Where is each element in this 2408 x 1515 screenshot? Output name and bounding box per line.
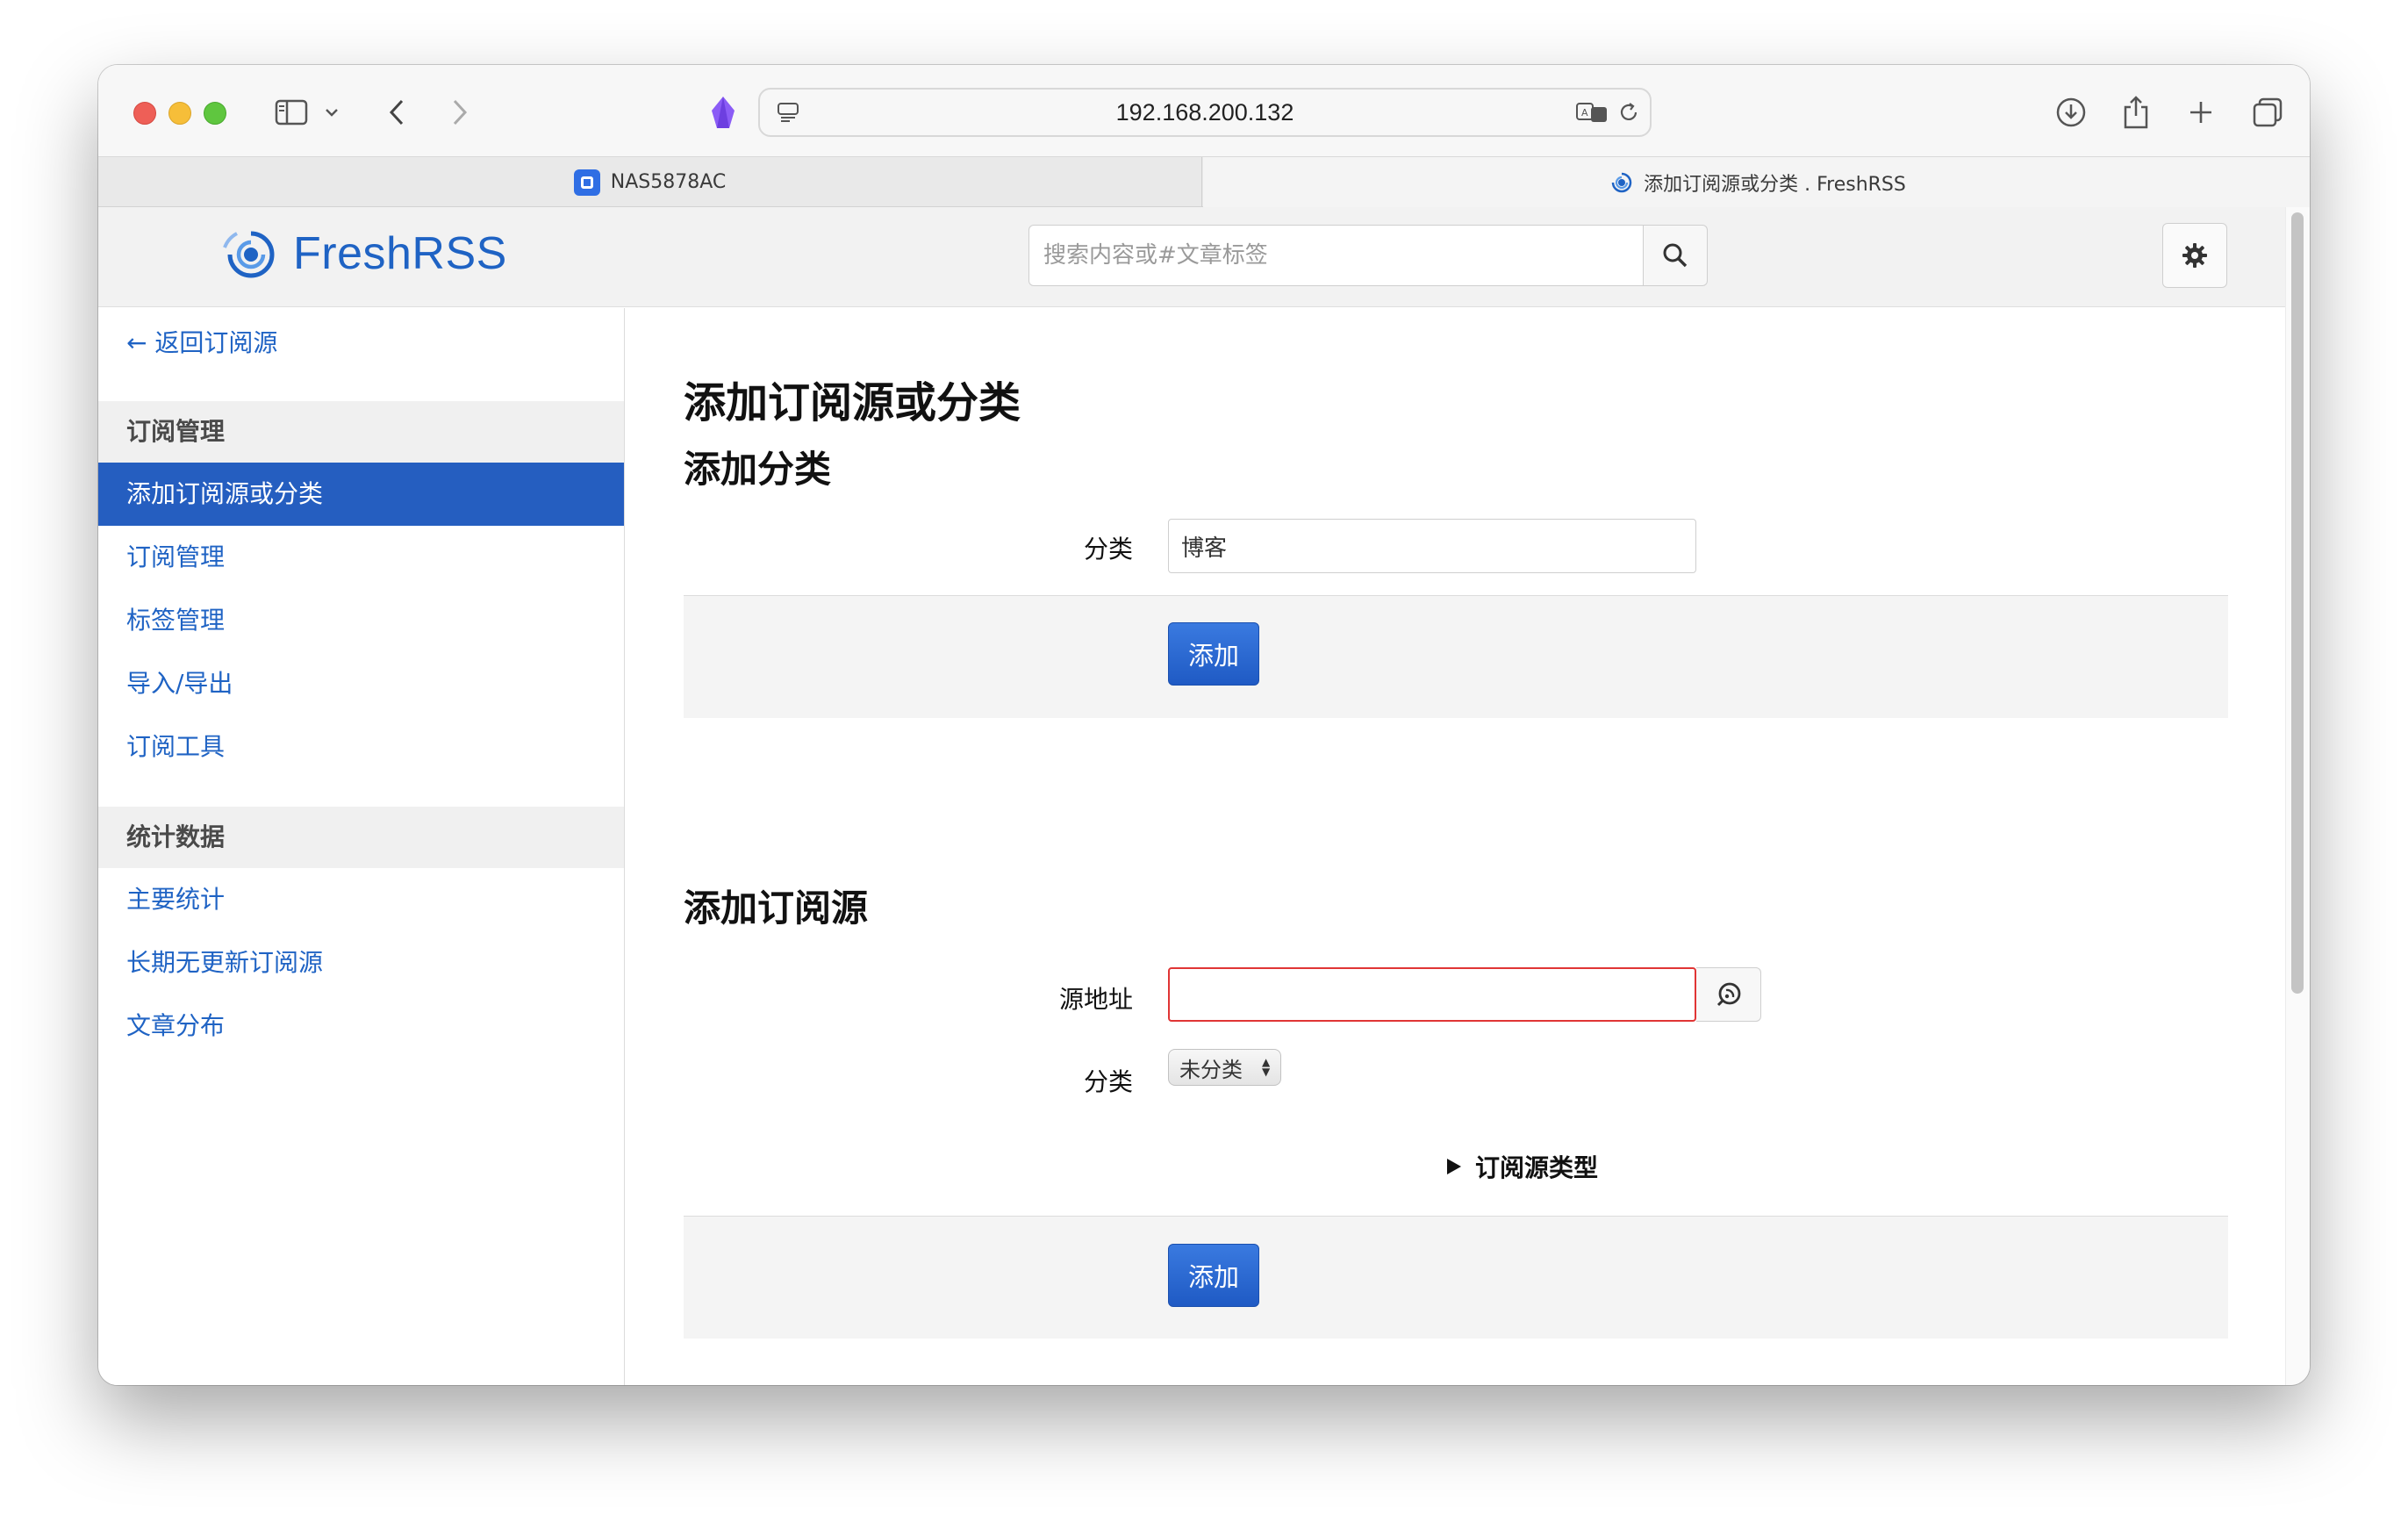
address-bar[interactable]: 192.168.200.132 A (758, 88, 1652, 137)
feed-type-toggle[interactable]: 订阅源类型 (1446, 1149, 1598, 1184)
tab-overview-icon[interactable] (2247, 91, 2289, 133)
logo-text: FreshRSS (293, 228, 507, 279)
sidebar-section-subscription: 订阅管理 (98, 401, 624, 463)
downloads-icon[interactable] (2050, 91, 2092, 133)
category-actions (684, 595, 2228, 718)
add-category-heading: 添加分类 (684, 448, 832, 491)
new-tab-icon[interactable] (2180, 91, 2222, 133)
app-header: FreshRSS (98, 207, 2285, 307)
select-arrows-icon: ▲ ▼ (1262, 1056, 1271, 1078)
reload-icon[interactable] (1611, 91, 1646, 133)
feed-category-selected: 未分类 (1179, 1057, 1243, 1082)
tab-freshrss[interactable]: 添加订阅源或分类 . FreshRSS (1203, 157, 2310, 207)
share-icon[interactable] (2115, 91, 2157, 133)
extension-icon[interactable] (704, 91, 742, 133)
browser-toolbar: 192.168.200.132 A (98, 65, 2310, 156)
sidebar-item-idle-feeds[interactable]: 长期无更新订阅源 (98, 931, 624, 994)
feed-url-input[interactable] (1168, 967, 1696, 1022)
page-title: 添加订阅源或分类 (684, 378, 1021, 427)
translate-icon[interactable]: A (1574, 91, 1609, 133)
settings-button[interactable] (2162, 223, 2227, 288)
zoom-window-button[interactable] (204, 102, 226, 125)
add-category-button[interactable]: 添加 (1168, 622, 1259, 686)
feed-type-toggle-label: 订阅源类型 (1474, 1153, 1598, 1182)
freshrss-logo[interactable]: FreshRSS (219, 223, 507, 284)
sidebar: ← 返回订阅源 订阅管理 添加订阅源或分类 订阅管理 标签管理 导入/导出 订阅… (98, 308, 625, 1385)
category-name-label: 分类 (1083, 535, 1133, 564)
sidebar-item-subscription-tools[interactable]: 订阅工具 (98, 715, 624, 779)
sidebar-item-add-feed[interactable]: 添加订阅源或分类 (98, 463, 624, 526)
feed-category-label: 分类 (1083, 1067, 1133, 1096)
search-form (1028, 225, 1708, 286)
feed-category-select[interactable]: 未分类 ▲ ▼ (1168, 1049, 1282, 1086)
address-text: 192.168.200.132 (1115, 99, 1294, 126)
scrollbar-thumb[interactable] (2291, 212, 2304, 994)
tab-label: 添加订阅源或分类 . FreshRSS (1644, 173, 1906, 196)
sidebar-section-statistics: 统计数据 (98, 807, 624, 868)
add-feed-heading: 添加订阅源 (684, 887, 869, 930)
close-window-button[interactable] (133, 102, 156, 125)
freshrss-logo-icon (223, 231, 275, 278)
add-feed-button[interactable]: 添加 (1168, 1244, 1259, 1307)
minimize-window-button[interactable] (168, 102, 191, 125)
freshrss-favicon-icon (1611, 172, 1632, 192)
browser-window: 192.168.200.132 A NAS5878AC × (98, 65, 2310, 1385)
svg-text:A: A (1581, 107, 1588, 118)
main-content: 添加订阅源或分类 添加分类 分类 添加 添加订阅源 源地址 分类 未分类 ▲▼ … (626, 308, 2285, 1385)
search-input[interactable] (1028, 225, 1643, 286)
search-button[interactable] (1643, 225, 1708, 286)
sidebar-item-import-export[interactable]: 导入/导出 (98, 652, 624, 715)
sidebar-item-main-stats[interactable]: 主要统计 (98, 868, 624, 931)
sidebar-item-subscription-management[interactable]: 订阅管理 (98, 526, 624, 589)
back-to-feeds-link[interactable]: ← 返回订阅源 (126, 324, 277, 359)
disclosure-triangle-icon (1446, 1159, 1461, 1174)
rss-search-icon (1716, 982, 1740, 1007)
feed-discover-button[interactable] (1696, 967, 1761, 1022)
category-name-input[interactable] (1168, 519, 1696, 573)
sidebar-item-article-distribution[interactable]: 文章分布 (98, 994, 624, 1058)
search-icon (1663, 243, 1688, 268)
back-arrow-icon[interactable] (379, 91, 414, 133)
tab-label: NAS5878AC (610, 171, 727, 193)
tab-bar: NAS5878AC × 添加订阅源或分类 . FreshRSS (98, 156, 2310, 207)
feed-url-label: 源地址 (1058, 985, 1133, 1014)
gear-icon (2182, 243, 2207, 268)
forward-arrow-icon[interactable] (442, 91, 477, 133)
sidebar-toggle-icon[interactable] (270, 91, 312, 133)
chevron-down-icon[interactable] (321, 91, 342, 133)
tab-nas[interactable]: NAS5878AC (98, 157, 1202, 207)
feed-actions (684, 1216, 2228, 1339)
sidebar-item-tag-management[interactable]: 标签管理 (98, 589, 624, 652)
nas-favicon-icon (573, 169, 600, 196)
